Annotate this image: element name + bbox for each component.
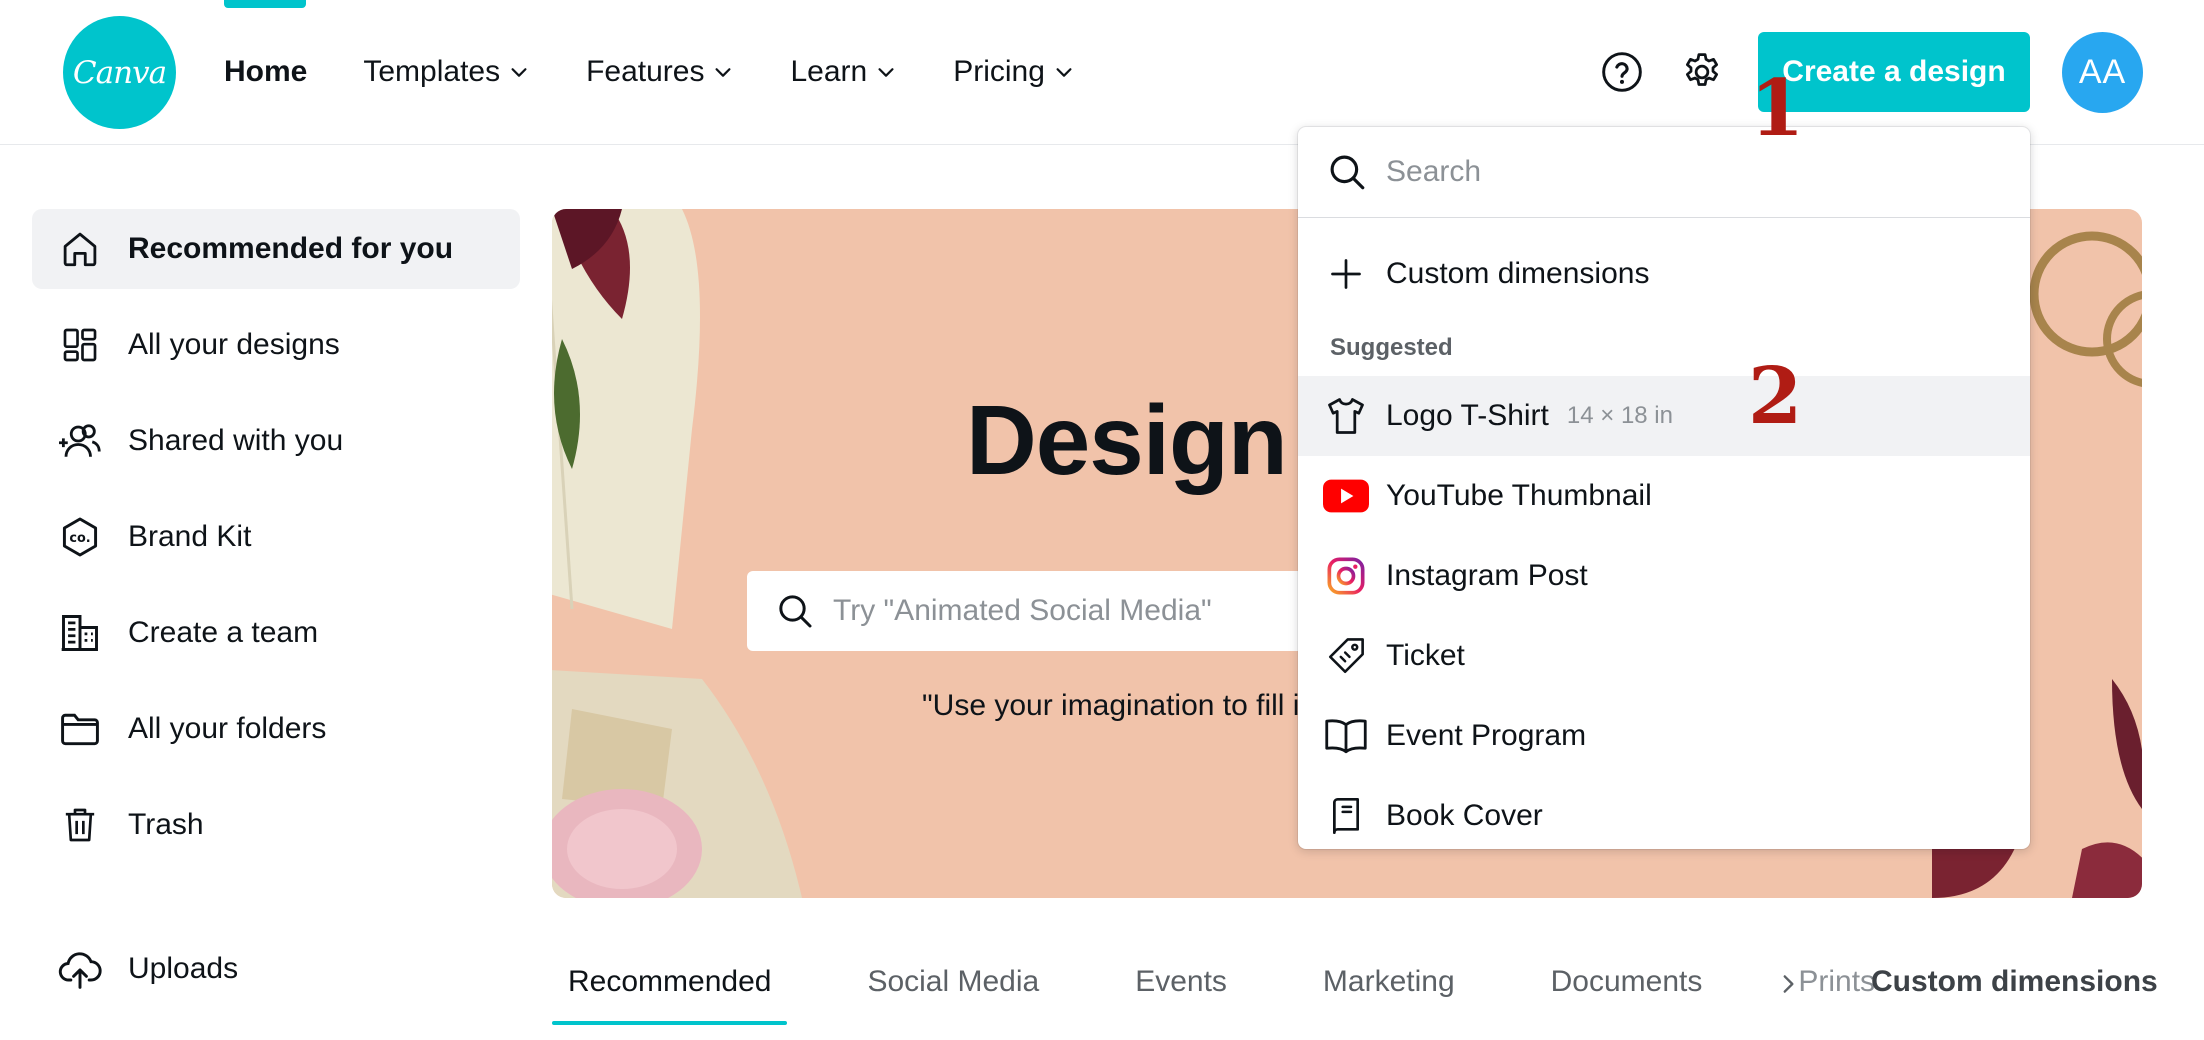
suggestion-ticket[interactable]: Ticket: [1298, 616, 2030, 696]
sidebar-item-label: All your designs: [128, 328, 340, 361]
chevron-down-icon: [1056, 68, 1072, 77]
sidebar-item-recommended[interactable]: Recommended for you: [32, 209, 520, 289]
hero-search-input[interactable]: [833, 594, 1353, 628]
suggestion-label: Logo T-Shirt: [1386, 399, 1549, 432]
main-nav: Home Templates Features Learn Pricing: [224, 46, 1131, 98]
suggestion-label: Book Cover: [1386, 799, 1543, 832]
user-avatar[interactable]: AA: [2062, 32, 2143, 113]
book-cover-icon: [1322, 792, 1370, 840]
tab-documents[interactable]: Documents: [1535, 955, 1719, 1025]
chevron-down-icon: [715, 68, 732, 77]
nav-pricing[interactable]: Pricing: [953, 55, 1075, 89]
gear-icon: [1685, 53, 1719, 86]
tab-recommended[interactable]: Recommended: [552, 955, 788, 1025]
sidebar-item-label: Shared with you: [128, 424, 344, 457]
sidebar-item-label: Brand Kit: [128, 520, 252, 553]
instagram-icon: [1322, 552, 1370, 600]
suggestion-label: YouTube Thumbnail: [1386, 479, 1652, 512]
building-icon: [56, 609, 104, 657]
canva-logo[interactable]: Canva: [63, 16, 176, 129]
settings-button[interactable]: [1676, 46, 1728, 98]
nav-learn-label: Learn: [790, 55, 868, 88]
hero-title: Design: [966, 385, 1288, 495]
create-design-dropdown: Custom dimensions Suggested Logo T-Shirt…: [1298, 127, 2030, 849]
suggestion-label: Event Program: [1386, 719, 1587, 752]
book-open-icon: [1322, 712, 1370, 760]
sidebar-item-folders[interactable]: All your folders: [32, 689, 520, 769]
chevron-down-icon: [878, 68, 894, 77]
sidebar-item-label: Create a team: [128, 616, 319, 649]
nav-features[interactable]: Features: [586, 55, 734, 89]
step-marker-2: 2: [1748, 351, 1803, 442]
suggestion-label: Ticket: [1386, 639, 1465, 672]
sidebar-item-create-team[interactable]: Create a team: [32, 593, 520, 673]
logo-text: Canva: [72, 54, 167, 91]
chevron-right-icon: [1783, 975, 1794, 993]
tab-social-media[interactable]: Social Media: [851, 955, 1055, 1025]
svg-text:co.: co.: [69, 531, 90, 546]
nav-learn[interactable]: Learn: [790, 55, 897, 89]
sidebar-item-label: All your folders: [128, 712, 327, 745]
suggestion-event-program[interactable]: Event Program: [1298, 696, 2030, 776]
nav-templates-label: Templates: [363, 55, 501, 88]
sidebar-item-label: Recommended for you: [128, 232, 454, 265]
folder-icon: [56, 705, 104, 753]
ticket-icon: [1322, 632, 1370, 680]
step-marker-1: 1: [1750, 63, 1805, 154]
trash-icon: [56, 801, 104, 849]
help-circle-icon: [1602, 52, 1642, 92]
nav-home[interactable]: Home: [224, 55, 307, 89]
nav-templates[interactable]: Templates: [363, 55, 530, 89]
home-icon: [56, 225, 104, 273]
brand-kit-icon: co.: [56, 513, 104, 561]
suggestion-dimensions: 14 × 18 in: [1566, 402, 1673, 429]
search-icon: [779, 595, 812, 628]
hero-search-box[interactable]: [747, 571, 1387, 651]
suggestion-logo-tshirt[interactable]: Logo T-Shirt 14 × 18 in: [1298, 376, 2030, 456]
sidebar-item-shared[interactable]: Shared with you: [32, 401, 520, 481]
help-button[interactable]: [1596, 46, 1648, 98]
sidebar-item-all-designs[interactable]: All your designs: [32, 305, 520, 385]
nav-pricing-label: Pricing: [953, 55, 1045, 88]
sidebar-item-label: Trash: [128, 808, 204, 841]
nav-features-label: Features: [586, 55, 705, 88]
sidebar-item-trash[interactable]: Trash: [32, 785, 520, 865]
tabs-scroll-right-button[interactable]: [1772, 968, 1804, 1000]
custom-dimensions-option[interactable]: Custom dimensions: [1298, 234, 2030, 314]
dropdown-search-box[interactable]: [1298, 127, 2030, 218]
suggestion-label: Instagram Post: [1386, 559, 1588, 592]
tshirt-icon: [1322, 392, 1370, 440]
suggestion-youtube-thumbnail[interactable]: YouTube Thumbnail: [1298, 456, 2030, 536]
sidebar-item-label: Uploads: [128, 952, 239, 985]
top-navigation-bar: Canva Home Templates Features Learn Pric…: [0, 0, 2204, 145]
plus-icon: [1322, 250, 1370, 298]
tab-marketing[interactable]: Marketing: [1307, 955, 1471, 1025]
sidebar-item-uploads[interactable]: Uploads: [32, 929, 520, 1009]
users-icon: [56, 417, 104, 465]
nav-home-label: Home: [224, 55, 308, 88]
chevron-down-icon: [511, 68, 527, 77]
hero-quote: "Use your imagination to fill i: [922, 689, 1300, 722]
grid-icon: [56, 321, 104, 369]
suggestion-instagram-post[interactable]: Instagram Post: [1298, 536, 2030, 616]
upload-cloud-icon: [56, 945, 104, 993]
suggestion-book-cover[interactable]: Book Cover: [1298, 776, 2030, 849]
category-tabs: Recommended Social Media Events Marketin…: [552, 955, 1955, 1025]
tab-events[interactable]: Events: [1119, 955, 1243, 1025]
nav-active-indicator: [224, 0, 306, 8]
dropdown-search-input[interactable]: [1386, 155, 1986, 189]
search-icon: [1330, 155, 1365, 190]
tabs-custom-dimensions-link[interactable]: Custom dimensions: [1871, 965, 2158, 999]
sidebar-item-brand-kit[interactable]: co. Brand Kit: [32, 497, 520, 577]
youtube-icon: [1322, 472, 1370, 520]
suggested-heading: Suggested: [1330, 334, 1453, 361]
custom-dimensions-label: Custom dimensions: [1386, 257, 1650, 290]
